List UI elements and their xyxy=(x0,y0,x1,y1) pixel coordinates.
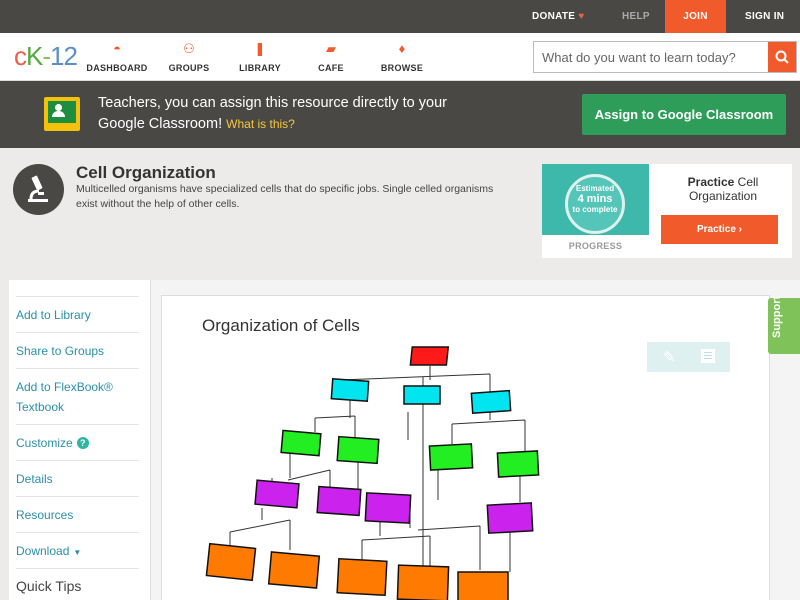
nav-cafe[interactable]: ▰ CAFE xyxy=(296,41,366,73)
join-button[interactable]: JOIN xyxy=(665,0,726,33)
what-is-this-link[interactable]: What is this? xyxy=(226,117,295,131)
content-title: Organization of Cells xyxy=(202,316,360,335)
cafe-icon: ▰ xyxy=(326,41,336,56)
resource-title: Cell Organization xyxy=(76,163,216,182)
donate-label: DONATE xyxy=(532,11,576,22)
resource-sidebar: Add to Library Share to Groups Add to Fl… xyxy=(9,280,150,600)
microscope-icon xyxy=(13,164,64,215)
sidebar-item-label: Details xyxy=(16,472,53,486)
sidebar-details[interactable]: Details xyxy=(16,460,139,489)
search-input[interactable] xyxy=(534,42,770,72)
estimate-line2: 4 mins xyxy=(577,193,613,205)
practice-card: Estimated 4 mins to complete PROGRESS Pr… xyxy=(542,164,792,258)
sidebar-add-to-flexbook[interactable]: Add to FlexBook® Textbook xyxy=(16,368,139,417)
estimate-text: Estimated 4 mins to complete xyxy=(565,184,625,215)
nav-library-label: LIBRARY xyxy=(239,63,281,73)
nav-library[interactable]: ❚ LIBRARY xyxy=(225,41,295,73)
dashboard-icon: ◓ xyxy=(113,41,121,56)
level2-node xyxy=(428,443,474,471)
logo-k: K xyxy=(26,41,43,71)
practice-thumbnail[interactable]: Estimated 4 mins to complete xyxy=(542,164,649,235)
sidebar-divider xyxy=(16,568,139,569)
support-tab[interactable]: Support xyxy=(768,295,800,354)
level4-node xyxy=(205,542,257,582)
ck12-logo[interactable]: cK-12 xyxy=(14,41,78,72)
sidebar-item-label: Customize xyxy=(16,436,73,450)
support-label: Support xyxy=(771,295,783,338)
sidebar-add-to-library[interactable]: Add to Library xyxy=(16,296,139,325)
cell-organization-diagram xyxy=(205,346,540,600)
classroom-banner-text: Teachers, you can assign this resource d… xyxy=(98,93,458,135)
nav-groups[interactable]: ⚇ GROUPS xyxy=(154,41,224,73)
main-nav: cK-12 ◓ DASHBOARD ⚇ GROUPS ❚ LIBRARY ▰ C… xyxy=(0,33,800,81)
nav-browse-label: BROWSE xyxy=(380,63,424,73)
sign-in-link[interactable]: SIGN IN xyxy=(745,0,784,33)
estimate-line3: to complete xyxy=(572,205,618,214)
content-tools: ✎ xyxy=(647,342,730,372)
donate-link[interactable]: DONATE ♥ xyxy=(532,0,585,33)
sidebar-download[interactable]: Download ▼ xyxy=(16,532,139,563)
level1-node xyxy=(330,377,370,403)
logo-dash: - xyxy=(42,41,51,71)
nav-cafe-label: CAFE xyxy=(318,63,344,73)
browse-icon: ♦ xyxy=(398,41,406,56)
sidebar-customize[interactable]: Customize? xyxy=(16,424,139,453)
root-node xyxy=(409,346,450,366)
nav-browse[interactable]: ♦ BROWSE xyxy=(367,41,437,73)
chevron-right-icon: › xyxy=(738,224,743,235)
classroom-banner: Teachers, you can assign this resource d… xyxy=(0,81,800,148)
sidebar-item-label: Add to Library xyxy=(16,308,91,322)
level3-node xyxy=(316,485,362,517)
google-classroom-icon xyxy=(44,97,80,131)
help-link[interactable]: HELP xyxy=(622,0,650,33)
logo-c: c xyxy=(14,41,27,71)
sidebar-resources[interactable]: Resources xyxy=(16,496,139,525)
library-icon: ❚ xyxy=(254,41,266,56)
sidebar-item-label: Download xyxy=(16,544,70,558)
practice-label-bold: Practice xyxy=(687,175,735,189)
level4-node xyxy=(267,551,321,589)
logo-12: 12 xyxy=(50,41,78,71)
nav-dashboard-label: DASHBOARD xyxy=(86,63,148,73)
level4-node xyxy=(336,557,388,597)
level2-node xyxy=(496,450,540,478)
sidebar-item-label: Resources xyxy=(16,508,74,522)
practice-label: Practice Cell Organization xyxy=(662,175,784,203)
level3-node xyxy=(254,479,300,509)
sidebar-share-to-groups[interactable]: Share to Groups xyxy=(16,332,139,361)
search-box xyxy=(533,41,797,73)
level2-node xyxy=(336,435,380,465)
estimate-line1: Estimated xyxy=(575,184,615,193)
top-bar: DONATE ♥ HELP JOIN SIGN IN xyxy=(0,0,800,33)
level3-node xyxy=(486,502,534,534)
level3-node xyxy=(364,492,412,524)
nav-dashboard[interactable]: ◓ DASHBOARD xyxy=(82,41,152,73)
search-icon xyxy=(775,50,789,64)
help-icon[interactable]: ? xyxy=(76,437,89,449)
nav-groups-label: GROUPS xyxy=(168,63,210,73)
progress-label: PROGRESS xyxy=(568,241,623,251)
groups-icon: ⚇ xyxy=(183,41,195,56)
pencil-icon[interactable]: ✎ xyxy=(663,348,676,366)
notes-icon[interactable] xyxy=(701,349,715,363)
level1-node xyxy=(470,389,512,415)
sidebar-item-label: Add to FlexBook® xyxy=(16,380,113,394)
sidebar-item-label-line2: Textbook xyxy=(16,400,65,414)
assign-to-classroom-button[interactable]: Assign to Google Classroom xyxy=(582,94,786,135)
level4-node xyxy=(457,571,509,600)
sidebar-item-label: Share to Groups xyxy=(16,344,105,358)
level1-node xyxy=(403,385,441,405)
quick-tips-heading: Quick Tips xyxy=(16,578,82,594)
practice-button[interactable]: Practice › xyxy=(661,215,778,244)
resource-description: Multicelled organisms have specialized c… xyxy=(76,183,494,210)
caret-down-icon: ▼ xyxy=(73,548,82,557)
level4-node xyxy=(396,564,450,600)
heart-icon: ♥ xyxy=(578,11,585,22)
level2-node xyxy=(280,429,322,457)
search-button[interactable] xyxy=(768,42,796,72)
practice-button-label: Practice xyxy=(696,224,736,235)
